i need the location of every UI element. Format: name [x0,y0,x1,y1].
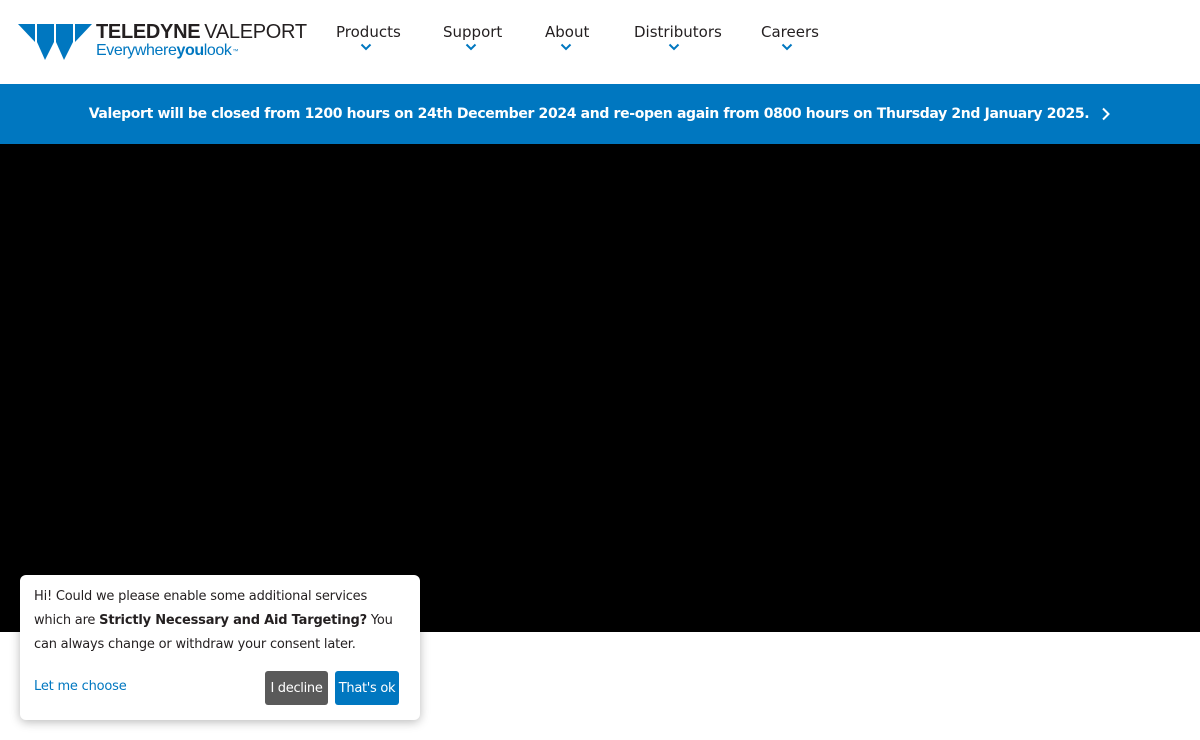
accept-button[interactable]: That's ok [335,671,399,705]
nav-item-label: Distributors [634,23,722,41]
teledyne-logo-icon [18,24,92,60]
cookie-consent-message: Hi! Could we please enable some addition… [34,585,406,657]
site-header: TELEDYNE VALEPORT Everywhereyoulook™ Prod… [0,0,1200,84]
cookie-text-bold: Strictly Necessary and Aid Targeting? [99,613,367,628]
nav-item-products[interactable]: Products [336,22,401,62]
decline-button[interactable]: I decline [265,671,328,705]
nav-item-distributors[interactable]: Distributors [634,22,722,62]
logo-wordmark: TELEDYNE VALEPORT Everywhereyoulook™ [96,22,307,59]
nav-item-label: Careers [761,23,819,41]
nav-item-label: Support [443,23,503,41]
logo-tagline: Everywhereyoulook™ [96,43,307,59]
chevron-right-icon [1102,107,1111,121]
let-me-choose-link[interactable]: Let me choose [34,679,127,694]
chevron-down-icon [781,43,793,51]
chevron-down-icon [560,43,572,51]
chevron-down-icon [668,43,680,51]
logo-tagline-part1: Everywhere [96,42,177,59]
nav-item-careers[interactable]: Careers [761,22,819,62]
logo-tagline-part2: you [176,42,204,59]
closure-notice-banner[interactable]: Valeport will be closed from 1200 hours … [0,84,1200,144]
logo-tagline-part3: look [203,42,232,59]
logo-brand-light: VALEPORT [204,21,307,43]
chevron-down-icon [465,43,476,51]
logo-brand: TELEDYNE VALEPORT [96,22,307,42]
logo-brand-bold: TELEDYNE [96,21,201,43]
nav-item-support[interactable]: Support [443,22,503,62]
hero-video[interactable] [0,144,1200,632]
nav-item-label: Products [336,23,401,41]
chevron-down-icon [360,43,372,51]
site-logo-link[interactable]: TELEDYNE VALEPORT Everywhereyoulook™ [18,22,307,62]
nav-item-about[interactable]: About [545,22,590,62]
cookie-consent-dialog: Hi! Could we please enable some addition… [20,575,420,720]
closure-notice-text: Valeport will be closed from 1200 hours … [88,106,1090,122]
nav-item-label: About [545,23,590,41]
logo-trademark: ™ [232,49,239,55]
